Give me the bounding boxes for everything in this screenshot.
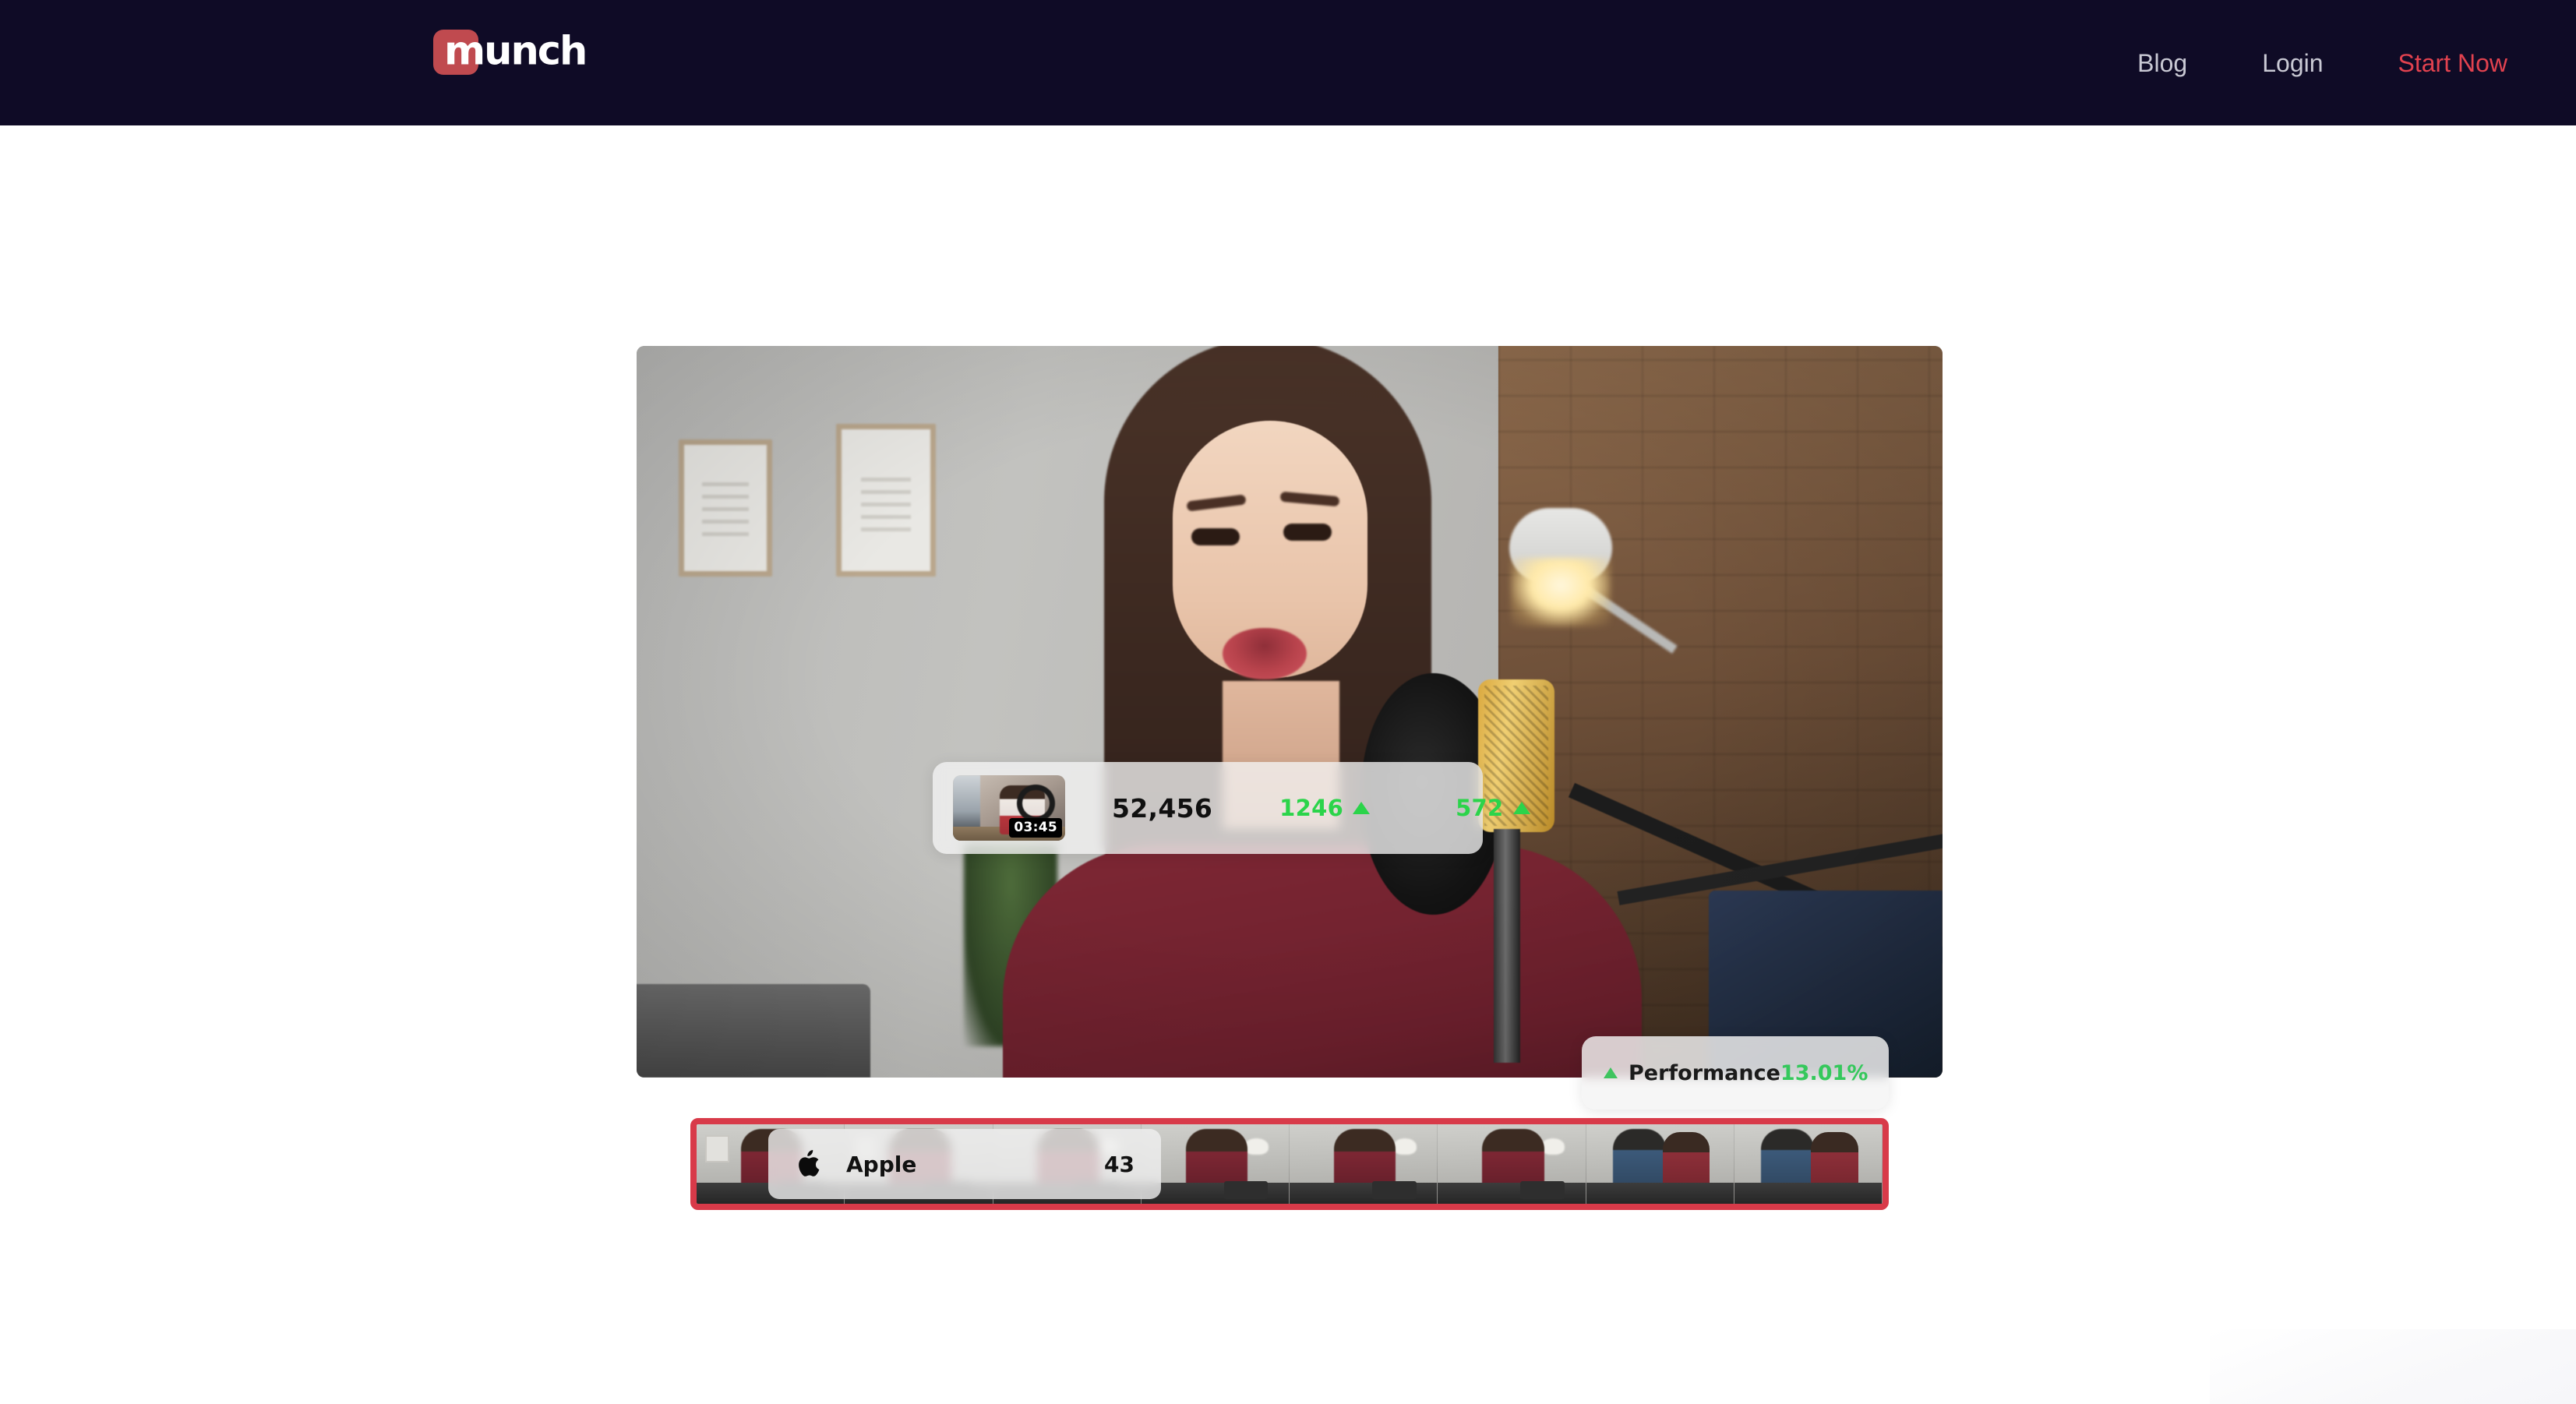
trend-up-icon bbox=[1604, 1067, 1618, 1078]
nav-cta-start-now[interactable]: Start Now bbox=[2361, 51, 2545, 76]
corner-widget[interactable] bbox=[2210, 1329, 2576, 1404]
trend-up-icon bbox=[1512, 802, 1530, 814]
metric-two: 572 bbox=[1456, 795, 1530, 821]
primary-navigation: Blog Login Start Now bbox=[2100, 0, 2576, 125]
brand-mention-count: 43 bbox=[1104, 1151, 1134, 1177]
nav-link-login[interactable]: Login bbox=[2225, 51, 2360, 76]
clip-thumbnail[interactable]: 03:45 bbox=[953, 775, 1065, 841]
metric-one: 1246 bbox=[1279, 795, 1371, 821]
performance-card[interactable]: Performance 13.01% bbox=[1582, 1036, 1889, 1109]
performance-value: 13.01% bbox=[1780, 1060, 1868, 1085]
clip-duration-badge: 03:45 bbox=[1009, 818, 1062, 838]
site-header: munch Blog Login Start Now bbox=[0, 0, 2576, 125]
timeline-clip[interactable] bbox=[1438, 1124, 1586, 1204]
apple-logo-icon bbox=[799, 1150, 820, 1176]
video-stats-card[interactable]: 03:45 52,456 1246 572 bbox=[933, 762, 1530, 854]
brand-mention-chip[interactable]: Apple 43 bbox=[768, 1129, 1161, 1199]
hero-video-preview[interactable] bbox=[637, 346, 1943, 1078]
metric-two-value: 572 bbox=[1456, 795, 1504, 821]
views-count: 52,456 bbox=[1112, 792, 1213, 824]
timeline-clip[interactable] bbox=[1141, 1124, 1290, 1204]
timeline-clip[interactable] bbox=[1586, 1124, 1734, 1204]
video-frame-image bbox=[637, 346, 1943, 1078]
timeline-clip[interactable] bbox=[1290, 1124, 1438, 1204]
brand-mention-label: Apple bbox=[846, 1151, 917, 1177]
timeline-clip[interactable] bbox=[1734, 1124, 1883, 1204]
metric-one-value: 1246 bbox=[1279, 795, 1344, 821]
nav-link-blog[interactable]: Blog bbox=[2100, 51, 2225, 76]
brand-wordmark: munch bbox=[444, 28, 588, 75]
performance-label: Performance bbox=[1629, 1060, 1780, 1085]
hero-section: 03:45 52,456 1246 572 Performance 13.01% bbox=[0, 125, 2576, 1404]
trend-up-icon bbox=[1353, 802, 1371, 814]
